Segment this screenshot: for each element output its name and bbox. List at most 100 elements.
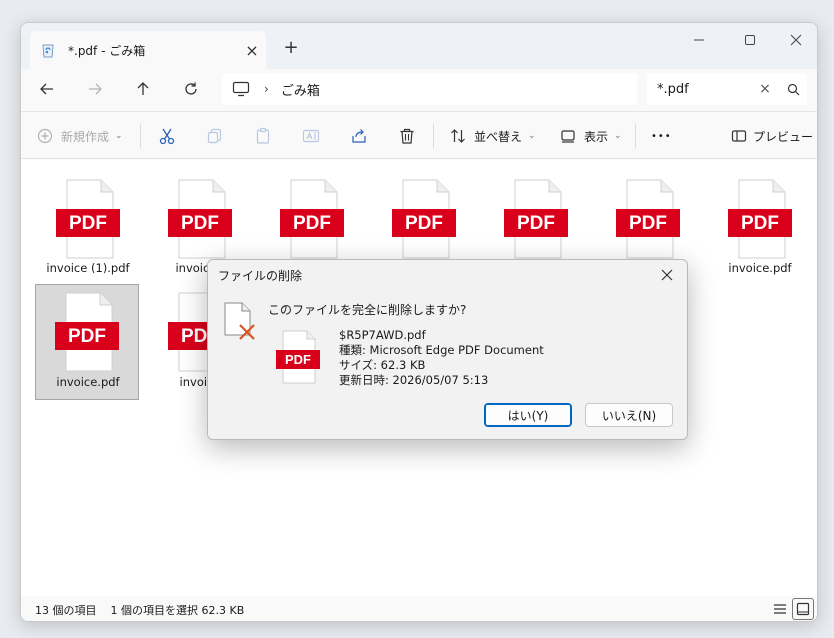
delete-file-icon <box>224 302 255 340</box>
search-input[interactable]: *.pdf <box>657 82 751 97</box>
more-options-button[interactable]: ••• <box>651 120 672 152</box>
maximize-button[interactable] <box>727 25 773 55</box>
breadcrumb-recycle-bin[interactable]: ごみ箱 <box>281 80 320 99</box>
chevron-down-icon: ⌄ <box>614 131 622 141</box>
divider <box>140 124 141 148</box>
dialog-close-button[interactable] <box>655 263 679 287</box>
details-view-button[interactable] <box>769 598 791 620</box>
pdf-badge: PDF <box>629 213 667 234</box>
file-name: invoice (1).pdf <box>46 261 130 275</box>
back-button[interactable] <box>31 73 63 105</box>
pdf-file-icon: PDF <box>728 179 792 259</box>
maximize-icon <box>745 35 755 45</box>
monitor-icon <box>232 81 250 97</box>
yes-button[interactable]: はい(Y) <box>484 403 572 427</box>
tab-title: *.pdf - ごみ箱 <box>68 43 146 58</box>
forward-button[interactable] <box>79 73 111 105</box>
recycle-bin-icon <box>42 44 54 58</box>
search-icon <box>787 83 799 95</box>
selection-info: 1 個の項目を選択 62.3 KB <box>110 603 245 617</box>
plus-circle-icon <box>37 128 53 144</box>
trash-icon <box>400 128 414 144</box>
dialog-body: このファイルを完全に削除しますか? PDF $R5P7AWD.pdf 種類: M… <box>208 290 687 439</box>
refresh-icon <box>185 82 197 95</box>
search-clear-button[interactable]: × <box>751 81 779 97</box>
breadcrumb-separator: › <box>264 82 269 96</box>
pdf-badge: PDF <box>181 213 219 234</box>
file-name: $R5P7AWD.pdf <box>339 328 426 342</box>
address-row: › ごみ箱 *.pdf × <box>21 69 817 111</box>
pdf-file-icon: PDF <box>276 330 320 384</box>
list-view-icon <box>774 604 786 614</box>
preview-button-label: プレビュー <box>753 129 814 144</box>
minimize-button[interactable] <box>676 25 722 55</box>
close-icon <box>790 34 802 46</box>
rename-button[interactable] <box>302 120 320 152</box>
divider <box>635 124 636 148</box>
paste-button[interactable] <box>254 120 272 152</box>
search-button[interactable] <box>779 83 807 96</box>
pdf-badge: PDF <box>741 213 779 234</box>
file-item[interactable]: PDF invoice (1).pdf <box>36 169 140 285</box>
up-button[interactable] <box>127 73 159 105</box>
chevron-down-icon: ⌄ <box>528 131 536 141</box>
pdf-file-icon: PDF <box>504 179 568 259</box>
share-icon <box>352 129 366 143</box>
title-bar: *.pdf - ごみ箱 × + <box>21 23 817 69</box>
clipboard-icon <box>256 127 270 144</box>
file-type: 種類: Microsoft Edge PDF Document <box>339 343 544 357</box>
delete-button[interactable] <box>398 120 416 152</box>
command-bar: 新規作成 ⌄ 並べ替え ⌄ 表示 ⌄ ••• プレビュー <box>21 111 817 159</box>
file-modified-date: 更新日時: 2026/05/07 5:13 <box>339 373 489 387</box>
file-details: $R5P7AWD.pdf 種類: Microsoft Edge PDF Docu… <box>339 328 544 388</box>
search-box[interactable]: *.pdf × <box>647 73 807 105</box>
arrow-up-icon <box>137 82 149 95</box>
sort-icon <box>451 129 465 143</box>
divider <box>433 124 434 148</box>
view-icon <box>561 130 575 143</box>
file-name: invoice.pdf <box>728 261 792 275</box>
pdf-file-icon: PDF <box>616 179 680 259</box>
copy-button[interactable] <box>206 120 224 152</box>
pdf-file-icon: PDF <box>56 179 120 259</box>
scissors-icon <box>159 128 175 145</box>
rename-icon <box>302 129 320 143</box>
new-tab-button[interactable]: + <box>278 35 304 61</box>
refresh-button[interactable] <box>175 73 207 105</box>
file-item[interactable]: PDF invoice.pdf <box>708 169 812 285</box>
preview-pane-icon <box>731 130 747 142</box>
pdf-badge: PDF <box>69 213 107 234</box>
preview-button[interactable]: プレビュー <box>731 120 813 152</box>
dialog-question: このファイルを完全に削除しますか? <box>268 303 467 317</box>
tab-recycle-bin[interactable]: *.pdf - ごみ箱 × <box>30 31 266 69</box>
no-button[interactable]: いいえ(N) <box>585 403 673 427</box>
view-button-label: 表示 <box>584 129 609 144</box>
pdf-badge: PDF <box>293 213 331 234</box>
dialog-title: ファイルの削除 <box>218 269 303 283</box>
chevron-down-icon: ⌄ <box>115 131 123 141</box>
new-button[interactable]: 新規作成 ⌄ <box>37 120 123 152</box>
grid-view-icon <box>796 602 810 616</box>
close-window-button[interactable] <box>773 25 817 55</box>
close-icon <box>661 269 673 281</box>
file-item-selected[interactable]: PDF invoice.pdf <box>35 284 139 400</box>
cut-button[interactable] <box>158 120 176 152</box>
pdf-file-icon: PDF <box>392 179 456 259</box>
item-count: 13 個の項目 <box>35 603 97 617</box>
delete-file-dialog: ファイルの削除 このファイルを完全に削除しますか? PDF $R5P7AWD.p… <box>207 259 688 440</box>
large-icons-view-button[interactable] <box>792 598 814 620</box>
view-button[interactable]: 表示 ⌄ <box>560 120 622 152</box>
pdf-badge: PDF <box>68 326 106 347</box>
address-bar[interactable]: › ごみ箱 <box>222 73 637 105</box>
minimize-icon <box>694 39 704 41</box>
sort-button[interactable]: 並べ替え ⌄ <box>450 120 536 152</box>
share-button[interactable] <box>350 120 368 152</box>
file-size: サイズ: 62.3 KB <box>339 358 426 372</box>
copy-icon <box>207 128 222 144</box>
pdf-badge: PDF <box>405 213 443 234</box>
file-name: invoice.pdf <box>56 375 120 389</box>
arrow-left-icon <box>40 83 53 95</box>
pdf-file-icon: PDF <box>280 179 344 259</box>
tab-close-button[interactable]: × <box>238 41 266 60</box>
pdf-badge: PDF <box>517 213 555 234</box>
